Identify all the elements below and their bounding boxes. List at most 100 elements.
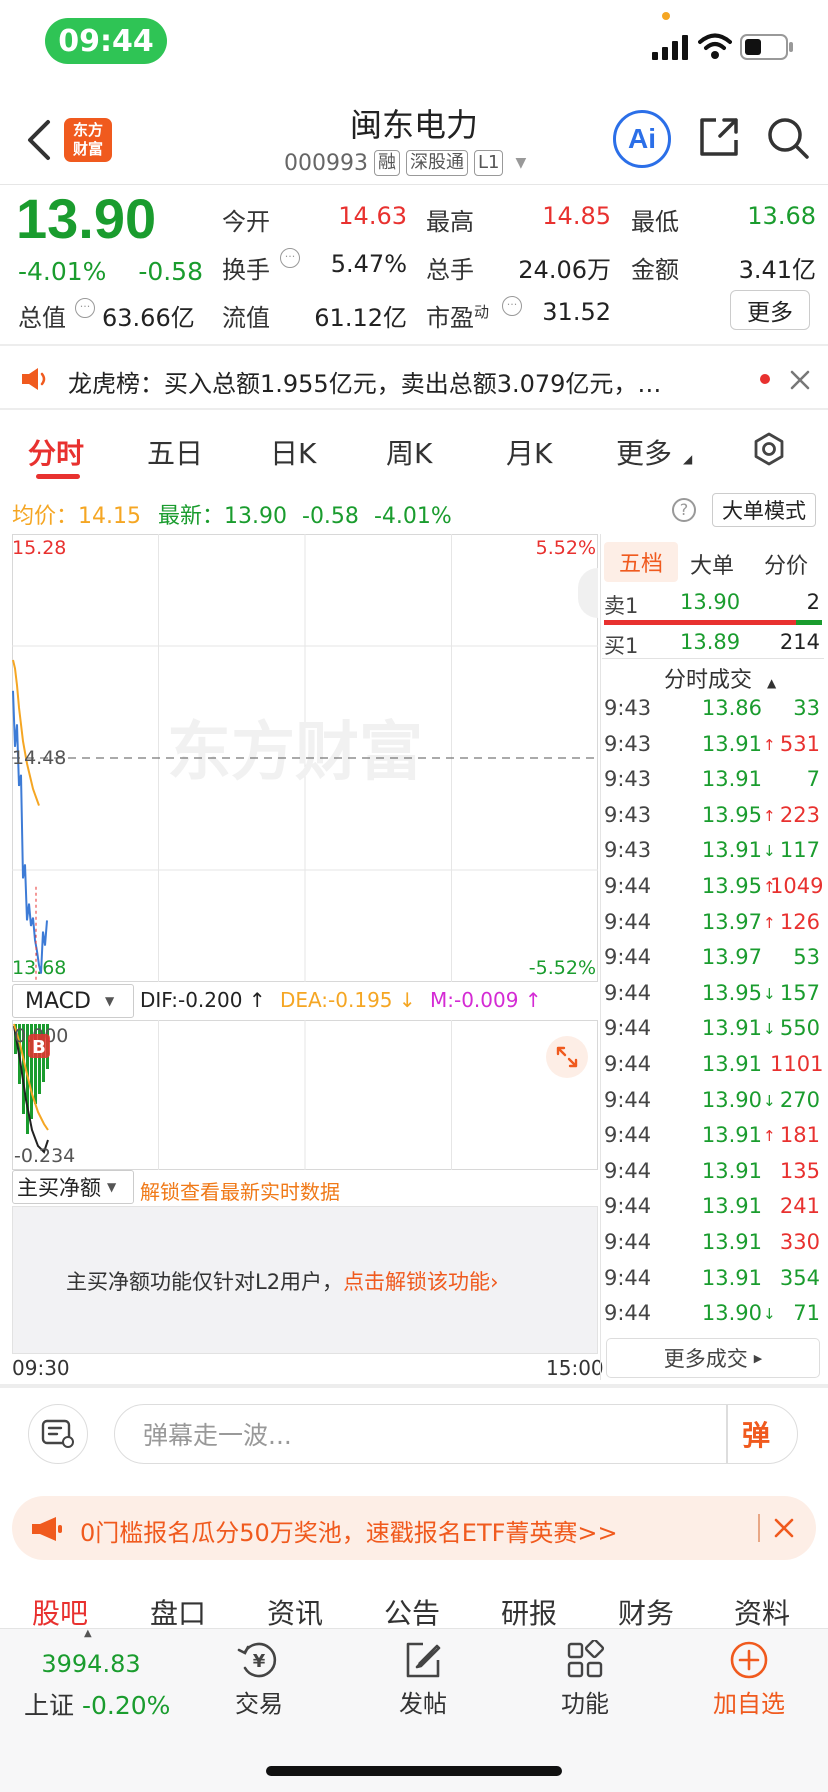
trade-volume: 531 <box>779 731 820 756</box>
trade-price: 13.90 <box>701 1301 762 1326</box>
close-icon[interactable] <box>790 370 810 390</box>
side-tab-big-order[interactable]: 大单 <box>690 548 734 580</box>
notice-text[interactable]: 龙虎榜：买入总额1.955亿元，卖出总额3.079亿元，… <box>68 364 728 399</box>
tab-pankou[interactable]: 盘口 <box>150 1592 206 1632</box>
total-mv-value: 63.66亿 <box>102 304 195 332</box>
side-tab-five-level[interactable]: 五档 <box>604 542 678 582</box>
trade-price: 13.91 <box>701 767 762 792</box>
more-trades-button[interactable]: 更多成交 ▶ <box>606 1338 820 1378</box>
help-icon[interactable]: ? <box>672 498 696 522</box>
tab-weekly-k[interactable]: 周K <box>386 432 432 472</box>
tab-intraday[interactable]: 分时 <box>28 432 84 472</box>
expand-chart-button[interactable] <box>546 1036 588 1078</box>
trade-time: 9:44 <box>604 945 652 970</box>
buy-ratio <box>795 620 822 625</box>
gear-icon[interactable] <box>752 432 786 466</box>
current-price: 13.90 <box>16 187 157 250</box>
chart-watermark: 东方财富 <box>167 716 423 790</box>
latest-label: 最新： <box>158 504 225 529</box>
trade-price: 13.91 <box>701 1158 762 1183</box>
comment-list-button[interactable] <box>28 1404 88 1464</box>
svg-text:¥: ¥ <box>253 1651 266 1672</box>
tab-profile[interactable]: 资料 <box>734 1592 790 1632</box>
header-divider <box>0 184 828 185</box>
trade-time: 9:44 <box>604 1123 652 1148</box>
index-value[interactable]: 3994.83 <box>36 1650 146 1678</box>
search-icon[interactable] <box>766 116 810 160</box>
nav-post[interactable]: 发帖 <box>388 1640 458 1719</box>
nav-function[interactable]: 功能 <box>550 1638 620 1719</box>
trade-volume: 1101 <box>770 1052 824 1076</box>
macd-selector[interactable]: MACD ▼ <box>12 984 134 1018</box>
macd-dif: DIF:-0.200 ↑ <box>140 988 266 1012</box>
home-indicator <box>266 1766 562 1776</box>
trade-volume: 1049 <box>770 874 824 898</box>
danmu-send-button[interactable]: 弹 <box>742 1414 770 1454</box>
avg-value: 14.15 <box>78 504 141 529</box>
logo-text-2: 财富 <box>72 140 103 158</box>
macd-chart[interactable]: 0.000 -0.234 B <box>12 1020 598 1170</box>
chevron-down-icon: ▼ <box>104 994 115 1008</box>
pe-value: 31.52 <box>542 298 611 326</box>
tab-research[interactable]: 研报 <box>501 1592 557 1632</box>
total-mv-label: 总值 <box>18 304 66 332</box>
close-icon[interactable] <box>774 1518 794 1538</box>
tab-more[interactable]: 更多 <box>616 432 672 472</box>
tab-five-day[interactable]: 五日 <box>147 432 203 472</box>
speaker-icon <box>22 368 46 390</box>
big-order-mode-button[interactable]: 大单模式 <box>712 493 816 527</box>
tab-news[interactable]: 资讯 <box>267 1592 323 1632</box>
low-label: 最低 <box>631 208 679 236</box>
caret-right-icon: ▶ <box>753 1351 763 1365</box>
battery-icon <box>740 34 793 60</box>
nav-trade[interactable]: ¥ 交易 <box>224 1640 294 1719</box>
logo-text-1: 东方 <box>72 121 103 139</box>
y-label-mid: 14.48 <box>12 747 66 769</box>
wifi-icon <box>698 33 732 59</box>
tab-monthly-k[interactable]: 月K <box>506 432 552 472</box>
more-button[interactable]: 更多 <box>730 290 810 330</box>
order-ratio-bar <box>604 620 822 625</box>
section-separator <box>0 344 828 346</box>
notice-red-dot <box>760 374 770 384</box>
index-row[interactable]: 上证 -0.20% <box>24 1686 170 1722</box>
nav-add-watchlist[interactable]: 加自选 <box>704 1640 794 1719</box>
avg-label: 均价： <box>12 504 79 529</box>
l2-notice[interactable]: 主买净额功能仅针对L2用户，点击解锁该功能› <box>66 1266 498 1296</box>
section-separator <box>0 1384 828 1388</box>
trade-volume: 33 <box>793 696 820 720</box>
high-value: 14.85 <box>542 202 611 230</box>
promo-text[interactable]: 0门槛报名瓜分50万奖池，速戳报名ETF菁英赛>> <box>80 1513 618 1548</box>
trade-volume: 223 <box>779 802 820 827</box>
tab-finance[interactable]: 财务 <box>618 1592 674 1632</box>
share-icon[interactable] <box>698 116 740 158</box>
info-icon[interactable]: ··· <box>75 298 95 318</box>
y-label-bottom: 13.68 <box>12 957 66 979</box>
tab-guba[interactable]: 股吧 <box>32 1592 88 1632</box>
pe-label-sup: 动 <box>474 303 490 321</box>
open-label: 今开 <box>222 208 270 236</box>
side-panel-border <box>600 534 601 1380</box>
trade-price: 13.97 <box>701 945 762 970</box>
unlock-realtime-link[interactable]: 解锁查看最新实时数据 <box>140 1176 340 1205</box>
nav-add-watchlist-label: 加自选 <box>713 1690 785 1718</box>
trades-title[interactable]: 分时成交 ▲ <box>664 662 776 694</box>
main-buy-selector[interactable]: 主买净额 ▼ <box>12 1170 134 1204</box>
side-tab-price-dist[interactable]: 分价 <box>764 548 808 580</box>
latest-pct: -4.01% <box>373 504 452 529</box>
tab-daily-k[interactable]: 日K <box>270 432 316 472</box>
info-icon[interactable]: ··· <box>502 296 522 316</box>
stock-code-row[interactable]: 000993 融 深股通 L1 ▼ <box>284 148 526 178</box>
danmu-input-box[interactable]: 弹幕走一波... <box>114 1404 798 1464</box>
promo-divider <box>758 1514 760 1542</box>
intraday-chart[interactable]: 东方财富 15.28 14.48 13.68 5.52% -5.52% <box>12 534 598 982</box>
danmu-send-divider <box>726 1404 728 1464</box>
info-icon[interactable]: ··· <box>280 248 300 268</box>
back-arrow-icon[interactable] <box>24 118 52 162</box>
trade-yuan-icon: ¥ <box>237 1642 277 1678</box>
trade-volume: 330 <box>779 1230 820 1254</box>
buy1-price: 13.89 <box>680 630 741 654</box>
ai-button[interactable]: Ai <box>613 110 671 168</box>
tab-announcement[interactable]: 公告 <box>384 1592 440 1632</box>
l2-unlock-link[interactable]: 点击解锁该功能 <box>343 1270 490 1294</box>
